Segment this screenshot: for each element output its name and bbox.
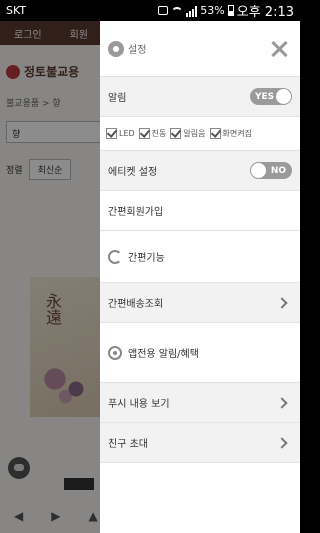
app-alerts-label: 앱전용 알림/혜택 xyxy=(128,349,199,360)
invite-row[interactable]: 친구 초대 xyxy=(100,423,300,463)
gear-icon xyxy=(108,40,124,57)
option-screen-on[interactable]: 화면켜짐 xyxy=(209,128,252,139)
notifications-toggle-text: YES xyxy=(255,91,275,102)
notifications-toggle[interactable]: YES xyxy=(250,88,292,105)
toggle-knob xyxy=(276,89,291,104)
refresh-icon xyxy=(108,249,122,264)
etiquette-row: 에티켓 설정 NO xyxy=(100,151,300,191)
shipping-lookup-row[interactable]: 간편배송조회 xyxy=(100,283,300,323)
wifi-icon xyxy=(171,6,184,15)
etiquette-label: 에티켓 설정 xyxy=(108,167,158,178)
signal-icon xyxy=(186,5,198,17)
notifications-label: 알림 xyxy=(108,93,127,104)
drawer-title: 설정 xyxy=(128,45,147,56)
target-icon xyxy=(108,345,122,360)
option-vibration-label: 진동 xyxy=(151,129,167,138)
clock: 오후 2:13 xyxy=(236,5,294,20)
chevron-right-icon xyxy=(276,436,288,449)
battery-percent: 53% xyxy=(200,4,225,17)
etiquette-toggle-text: NO xyxy=(270,165,286,176)
toggle-knob xyxy=(251,163,266,178)
status-bar: SKT 53% 오후 2:13 xyxy=(0,0,300,21)
simple-join-label: 간편회원가입 xyxy=(108,207,164,218)
settings-drawer: 설정 알림 YES LED 진동 알림음 화면켜짐 에티켓 설정 NO 간편회원… xyxy=(100,21,300,533)
simple-join-row[interactable]: 간편회원가입 xyxy=(100,191,300,231)
close-icon[interactable] xyxy=(270,40,288,58)
chevron-right-icon xyxy=(276,396,288,409)
simple-functions-label: 간편기능 xyxy=(128,253,165,264)
option-vibration[interactable]: 진동 xyxy=(138,128,167,139)
push-view-label: 푸시 내용 보기 xyxy=(108,399,170,410)
notification-options: LED 진동 알림음 화면켜짐 xyxy=(100,117,300,151)
chevron-right-icon xyxy=(276,296,288,309)
mute-icon xyxy=(158,6,169,15)
drawer-header: 설정 xyxy=(100,21,300,77)
checkbox-icon xyxy=(106,128,117,139)
option-sound[interactable]: 알림음 xyxy=(170,128,206,139)
push-view-row[interactable]: 푸시 내용 보기 xyxy=(100,383,300,423)
checkbox-icon xyxy=(209,128,221,139)
checkbox-icon xyxy=(138,128,150,139)
battery-icon xyxy=(227,5,234,16)
checkbox-icon xyxy=(170,128,182,139)
carrier-label: SKT xyxy=(6,4,27,17)
simple-functions-row: 간편기능 xyxy=(100,231,300,283)
shipping-lookup-label: 간편배송조회 xyxy=(108,299,164,310)
option-led-label: LED xyxy=(119,129,135,138)
invite-label: 친구 초대 xyxy=(108,439,148,450)
status-icons: 53% 오후 2:13 xyxy=(158,1,294,20)
etiquette-toggle[interactable]: NO xyxy=(250,162,292,179)
notifications-row: 알림 YES xyxy=(100,77,300,117)
option-screen-on-label: 화면켜짐 xyxy=(222,129,252,138)
app-alerts-row: 앱전용 알림/혜택 xyxy=(100,323,300,383)
option-led[interactable]: LED xyxy=(106,128,135,139)
option-sound-label: 알림음 xyxy=(183,129,206,138)
